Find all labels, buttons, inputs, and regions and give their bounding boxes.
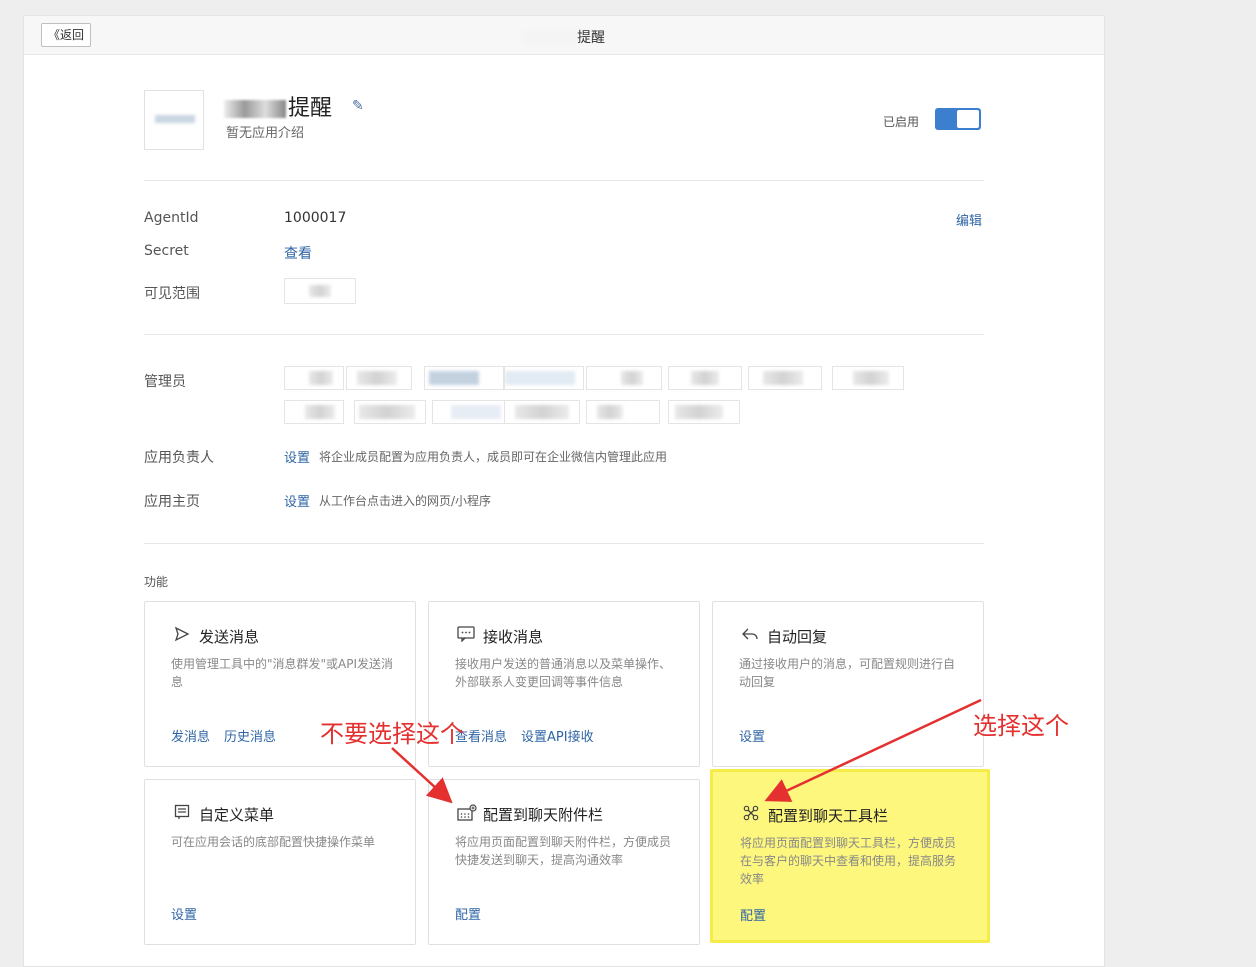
card-title: 配置到聊天工具栏 [768,807,889,825]
card-title: 发送消息 [199,628,260,646]
send-message-link[interactable]: 发消息 [171,730,210,745]
app-logo[interactable] [144,90,204,150]
page-title: 提醒 [24,27,1104,47]
card-title: 配置到聊天附件栏 [483,806,604,824]
card-title: 接收消息 [483,628,544,646]
card-desc: 接收用户发送的普通消息以及菜单操作、外部联系人变更回调等事件信息 [455,657,672,689]
admin-chip[interactable] [354,400,426,424]
card-desc: 可在应用会话的底部配置快捷操作菜单 [171,835,376,849]
admin-chip[interactable] [832,366,904,390]
send-icon [173,626,191,646]
homepage-set-link[interactable]: 设置 [284,491,310,510]
card-chat-toolbar: 配置到聊天工具栏 将应用页面配置到聊天工具栏，方便成员在与客户的聊天中查看和使用… [710,769,990,943]
card-desc: 将应用页面配置到聊天工具栏，方便成员在与客户的聊天中查看和使用，提高服务效率 [740,836,957,886]
secret-label: Secret [144,243,189,259]
admin-chip[interactable] [504,400,580,424]
features-title: 功能 [144,575,169,589]
toolbar-icon [742,805,760,825]
card-custom-menu: 自定义菜单 可在应用会话的底部配置快捷操作菜单 设置 [144,779,416,945]
card-auto-reply: 自动回复 通过接收用户的消息，可配置规则进行自动回复 设置 [712,601,984,767]
admin-chip[interactable] [504,366,584,390]
admin-chip[interactable] [284,400,344,424]
admin-chip[interactable] [424,366,504,390]
redacted-text [224,100,286,118]
homepage-hint: 从工作台点击进入的网页/小程序 [319,494,492,508]
scope-label: 可见范围 [144,286,200,302]
card-title: 自动回复 [767,628,828,646]
card-desc: 使用管理工具中的"消息群发"或API发送消息 [171,657,394,689]
admin-chip[interactable] [432,400,514,424]
scope-chip[interactable] [284,278,356,304]
divider [144,180,984,181]
card-chat-attachment-bar: 配置到聊天附件栏 将应用页面配置到聊天附件栏，方便成员快捷发送到聊天，提高沟通效… [428,779,700,945]
admin-chip[interactable] [668,400,740,424]
set-api-receive-link[interactable]: 设置API接收 [521,730,594,745]
app-description: 暂无应用介绍 [226,126,305,141]
owner-label: 应用负责人 [144,450,214,466]
card-desc: 通过接收用户的消息，可配置规则进行自动回复 [739,657,956,689]
annotation-dont-select: 不要选择这个 [320,720,464,748]
divider [144,334,984,335]
edit-name-icon[interactable]: ✎ [352,98,364,114]
reply-icon [741,626,759,646]
agentid-value: 1000017 [284,210,347,226]
secret-view-link[interactable]: 查看 [284,243,312,263]
enable-toggle[interactable] [935,108,981,130]
divider [144,543,984,544]
card-title: 自定义菜单 [199,806,275,824]
card-desc: 将应用页面配置到聊天附件栏，方便成员快捷发送到聊天，提高沟通效率 [455,835,672,867]
annotation-select-this: 选择这个 [973,712,1069,740]
app-name: 提醒 [224,90,332,122]
top-bar: 《返回 提醒 [24,16,1104,55]
toolbar-config-link[interactable]: 配置 [740,909,766,924]
admin-chip[interactable] [668,366,742,390]
card-receive-message: 接收消息 接收用户发送的普通消息以及菜单操作、外部联系人变更回调等事件信息 查看… [428,601,700,767]
redacted-text [523,32,577,44]
chat-bubble-icon [457,626,475,646]
admin-label: 管理员 [144,374,186,390]
status-label: 已启用 [883,115,920,129]
menu-icon [173,804,191,824]
main-panel: 《返回 提醒 提醒 ✎ 暂无应用介绍 已启用 AgentId 1000017 编… [23,15,1105,967]
attachment-bar-icon [457,804,477,826]
admin-chip[interactable] [586,366,662,390]
admin-chip[interactable] [586,400,660,424]
admin-chip[interactable] [284,366,344,390]
admin-chip[interactable] [748,366,822,390]
homepage-label: 应用主页 [144,494,200,510]
custom-menu-set-link[interactable]: 设置 [171,908,197,923]
agentid-label: AgentId [144,210,199,226]
auto-reply-set-link[interactable]: 设置 [739,730,765,745]
owner-hint: 将企业成员配置为应用负责人，成员即可在企业微信内管理此应用 [319,450,668,464]
attachment-bar-config-link[interactable]: 配置 [455,908,481,923]
owner-set-link[interactable]: 设置 [284,447,310,466]
history-message-link[interactable]: 历史消息 [224,730,276,745]
admin-chip[interactable] [346,366,412,390]
edit-link[interactable]: 编辑 [956,210,982,229]
